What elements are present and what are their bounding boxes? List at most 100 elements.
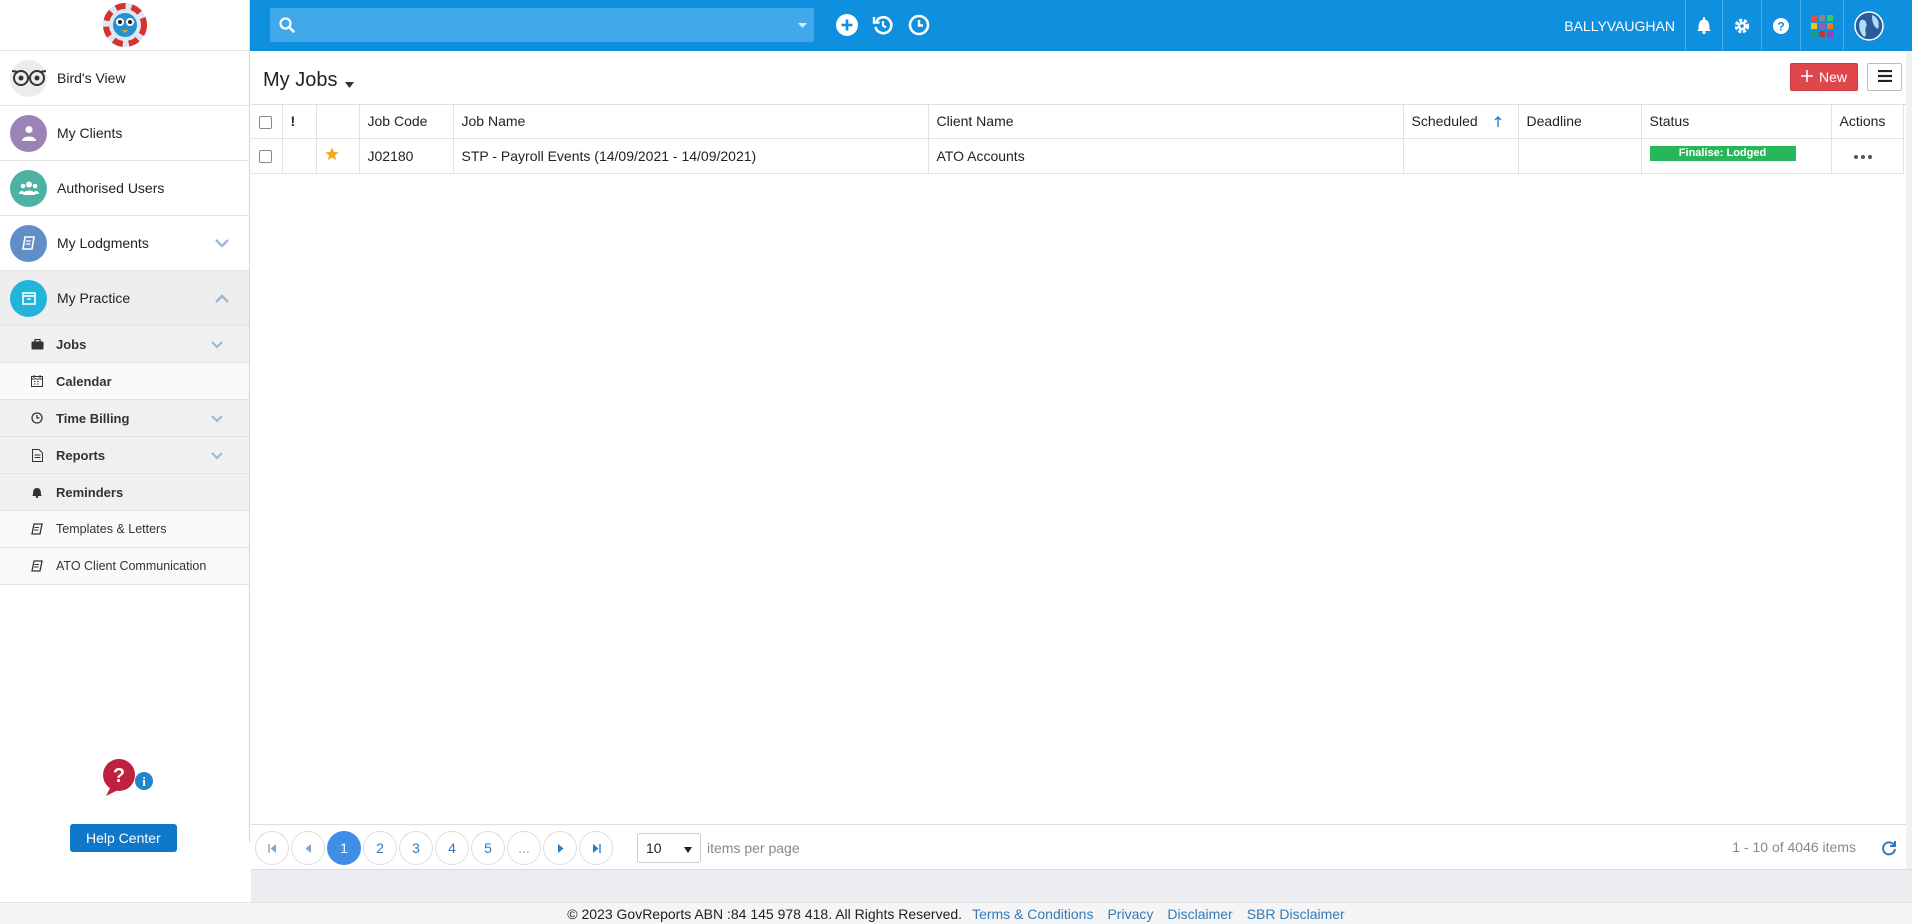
first-page-button[interactable] (255, 831, 289, 865)
govreports-logo[interactable] (100, 0, 150, 50)
sidebar-item-label: My Lodgments (57, 235, 149, 251)
jobs-table: ! Job Code Job Name Client Name Schedule… (251, 105, 1904, 174)
submenu-item-label: Calendar (56, 373, 112, 389)
submenu-item-label: ATO Client Communication (56, 559, 207, 573)
bell-icon[interactable] (1685, 0, 1722, 51)
star-icon[interactable] (325, 147, 339, 164)
page-button-more[interactable]: ... (507, 831, 541, 865)
help-bubble-icon[interactable]: ? i (100, 758, 156, 798)
main-scrollbar[interactable] (1906, 51, 1912, 869)
table-header-row: ! Job Code Job Name Client Name Schedule… (251, 105, 1904, 139)
submenu-item-templates-letters[interactable]: Templates & Letters (0, 511, 249, 548)
apps-grid-icon[interactable] (1800, 0, 1843, 51)
users-icon (10, 169, 47, 207)
status-header[interactable]: Status (1641, 105, 1832, 139)
scheduled-header[interactable]: Scheduled (1403, 105, 1519, 139)
list-menu-button[interactable] (1867, 63, 1902, 91)
select-all-checkbox[interactable] (259, 116, 272, 130)
client-name-header[interactable]: Client Name (928, 105, 1404, 139)
submenu-item-time-billing[interactable]: Time Billing (0, 400, 249, 437)
last-page-button[interactable] (579, 831, 613, 865)
new-button-label: New (1818, 69, 1847, 85)
priority-header[interactable]: ! (282, 105, 317, 139)
sidebar-item-label: Authorised Users (57, 180, 165, 196)
page-button-4[interactable]: 4 (435, 831, 469, 865)
next-page-button[interactable] (543, 831, 577, 865)
job-name-cell[interactable]: STP - Payroll Events (14/09/2021 - 14/09… (453, 138, 929, 174)
hamburger-icon (1877, 69, 1892, 85)
page-button-2[interactable]: 2 (363, 831, 397, 865)
sidebar-item-my-clients[interactable]: My Clients (0, 106, 249, 161)
job-name-header[interactable]: Job Name (453, 105, 929, 139)
search-dropdown-caret-icon[interactable] (790, 22, 814, 28)
main-content: My Jobs New ! Job Code Job Name Client N… (251, 51, 1906, 869)
submenu-item-ato-client-communication[interactable]: ATO Client Communication (0, 548, 249, 585)
star-cell (316, 138, 360, 174)
svg-text:i: i (142, 774, 146, 789)
plus-icon (1800, 69, 1813, 85)
globe-icon[interactable] (1843, 0, 1894, 51)
book-icon (10, 224, 47, 262)
submenu-item-reminders[interactable]: Reminders (0, 474, 249, 511)
sidebar-item-authorised-users[interactable]: Authorised Users (0, 161, 249, 216)
table-row[interactable]: J02180 STP - Payroll Events (14/09/2021 … (251, 138, 1904, 174)
caret-down-icon (345, 71, 355, 94)
briefcase-icon (30, 337, 44, 351)
previous-page-button[interactable] (291, 831, 325, 865)
practice-icon (10, 279, 47, 317)
row-checkbox[interactable] (259, 150, 272, 164)
sidebar-item-my-lodgments[interactable]: My Lodgments (0, 216, 249, 271)
sbr-disclaimer-link[interactable]: SBR Disclaimer (1247, 906, 1345, 922)
owl-icon (10, 59, 47, 97)
global-search (270, 8, 814, 42)
page-button-1[interactable]: 1 (327, 831, 361, 865)
chevron-down-icon (211, 410, 223, 426)
items-per-page: 10 items per page (637, 833, 800, 863)
more-actions-icon[interactable] (1853, 154, 1872, 159)
caret-down-icon (684, 840, 692, 856)
scheduled-cell (1403, 138, 1519, 174)
help-center-button[interactable]: Help Center (70, 824, 177, 852)
submenu-item-label: Time Billing (56, 410, 130, 426)
history-icon[interactable] (870, 12, 896, 38)
pagination-info: 1 - 10 of 4046 items (1732, 839, 1856, 855)
content-bottom-band (251, 869, 1912, 902)
submenu-item-jobs[interactable]: Jobs (0, 326, 249, 363)
add-circle-icon[interactable] (834, 12, 860, 38)
footer: © 2023 GovReports ABN :84 145 978 418. A… (0, 902, 1912, 924)
quick-actions (834, 12, 932, 38)
practice-submenu: Jobs Calendar Time Billing Reports Remin… (0, 326, 249, 585)
sidebar-item-birds-view[interactable]: Bird's View (0, 51, 249, 106)
new-job-button[interactable]: New (1789, 63, 1858, 91)
user-toolbar: BALLYVAUGHAN ? (1564, 0, 1894, 51)
page-button-5[interactable]: 5 (471, 831, 505, 865)
submenu-item-reports[interactable]: Reports (0, 437, 249, 474)
copyright-text: © 2023 GovReports ABN :84 145 978 418. A… (567, 905, 963, 922)
gear-icon[interactable] (1722, 0, 1761, 51)
calendar-icon (30, 374, 44, 388)
submenu-item-label: Templates & Letters (56, 522, 167, 536)
top-bar: BALLYVAUGHAN ? (250, 0, 1912, 51)
refresh-icon[interactable] (1872, 831, 1906, 865)
job-code-header[interactable]: Job Code (359, 105, 454, 139)
items-per-page-select[interactable]: 10 (637, 833, 701, 863)
page-title-dropdown[interactable]: My Jobs (263, 67, 355, 94)
page-button-3[interactable]: 3 (399, 831, 433, 865)
username[interactable]: BALLYVAUGHAN (1564, 18, 1675, 34)
chevron-down-icon (211, 447, 223, 463)
clock-icon[interactable] (906, 12, 932, 38)
book-icon (30, 522, 44, 536)
deadline-header[interactable]: Deadline (1518, 105, 1642, 139)
privacy-link[interactable]: Privacy (1107, 906, 1153, 922)
search-input[interactable] (304, 8, 790, 42)
terms-link[interactable]: Terms & Conditions (972, 906, 1093, 922)
job-code-cell[interactable]: J02180 (359, 138, 454, 174)
disclaimer-link[interactable]: Disclaimer (1167, 906, 1232, 922)
sidebar: Bird's View My Clients Authorised Users … (0, 0, 250, 852)
help-icon[interactable]: ? (1761, 0, 1800, 51)
client-name-cell[interactable]: ATO Accounts (928, 138, 1404, 174)
submenu-item-calendar[interactable]: Calendar (0, 363, 249, 400)
scheduled-header-label: Scheduled (1411, 112, 1478, 129)
sidebar-item-my-practice[interactable]: My Practice (0, 271, 249, 326)
submenu-item-label: Jobs (56, 336, 87, 352)
